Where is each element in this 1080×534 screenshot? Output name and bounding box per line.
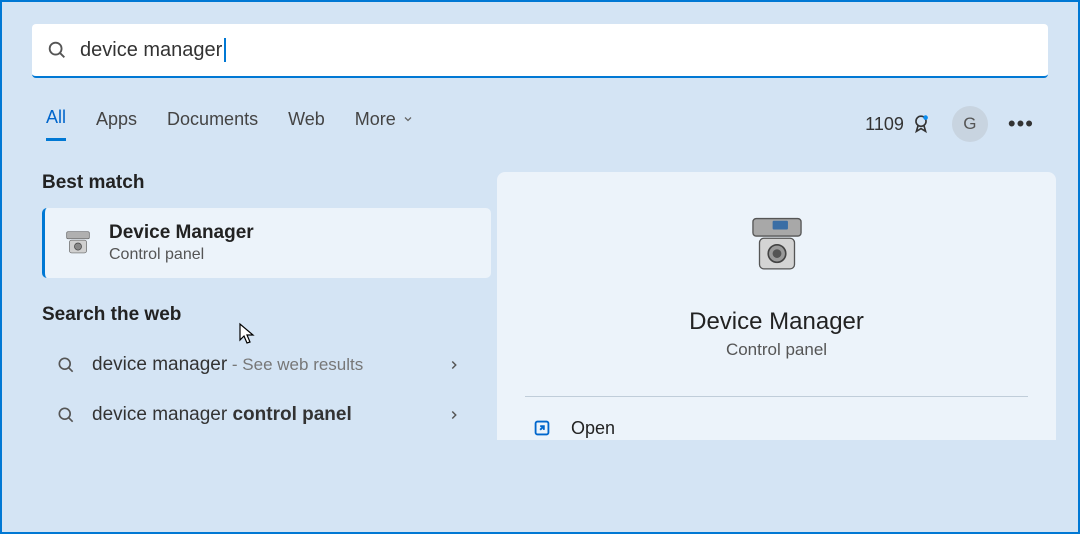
profile-avatar[interactable]: G — [952, 106, 988, 142]
web-result-text: device manager - See web results — [92, 354, 363, 376]
tab-more[interactable]: More — [355, 109, 414, 140]
detail-subtitle: Control panel — [726, 340, 827, 360]
open-external-icon — [531, 417, 553, 439]
search-icon — [46, 39, 68, 61]
open-label: Open — [571, 418, 615, 439]
tab-all[interactable]: All — [46, 107, 66, 141]
detail-panel: Device Manager Control panel Open — [497, 172, 1056, 440]
tab-web[interactable]: Web — [288, 109, 325, 140]
chevron-down-icon — [402, 113, 414, 125]
best-match-result[interactable]: Device Manager Control panel — [42, 208, 491, 278]
more-menu-button[interactable]: ••• — [1008, 111, 1034, 137]
device-manager-icon — [742, 212, 812, 282]
result-subtitle: Control panel — [109, 246, 254, 264]
chevron-right-icon — [447, 358, 461, 372]
best-match-label: Best match — [42, 172, 497, 194]
search-web-label: Search the web — [42, 304, 497, 326]
tab-documents[interactable]: Documents — [167, 109, 258, 140]
tab-apps[interactable]: Apps — [96, 109, 137, 140]
search-box[interactable]: device manager — [32, 24, 1048, 78]
chevron-right-icon — [447, 408, 461, 422]
rewards-counter[interactable]: 1109 — [865, 113, 932, 135]
rewards-medal-icon — [910, 113, 932, 135]
detail-title: Device Manager — [689, 308, 864, 336]
device-manager-icon — [61, 226, 95, 260]
filter-tabs: All Apps Documents Web More — [46, 107, 414, 141]
web-result-2[interactable]: device manager control panel — [42, 390, 497, 440]
search-icon — [56, 355, 76, 375]
avatar-initial: G — [963, 114, 976, 134]
search-input[interactable]: device manager — [80, 39, 222, 62]
rewards-points: 1109 — [865, 114, 904, 135]
open-action[interactable]: Open — [497, 397, 1056, 439]
web-result-1[interactable]: device manager - See web results — [42, 340, 497, 390]
web-result-text: device manager control panel — [92, 404, 352, 426]
text-caret — [224, 38, 226, 62]
result-title: Device Manager — [109, 222, 254, 244]
search-icon — [56, 405, 76, 425]
